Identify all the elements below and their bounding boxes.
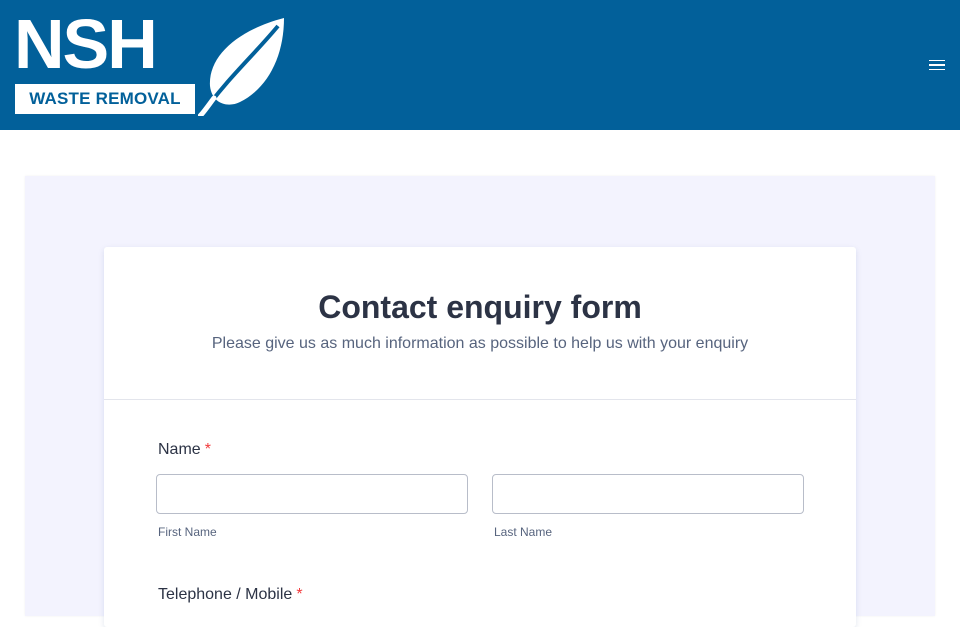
site-header: NSH WASTE REMOVAL <box>0 0 960 130</box>
last-name-sublabel: Last Name <box>494 525 553 539</box>
name-field-label: Name * <box>158 441 211 459</box>
menu-line <box>929 68 945 71</box>
first-name-input[interactable] <box>156 474 468 514</box>
logo-subtitle-bar: WASTE REMOVAL <box>15 84 195 114</box>
menu-line <box>929 59 945 62</box>
form-title: Contact enquiry form <box>318 289 642 325</box>
site-logo[interactable]: NSH WASTE REMOVAL <box>14 6 286 116</box>
required-marker: * <box>296 586 303 603</box>
telephone-field-label: Telephone / Mobile * <box>158 586 303 604</box>
logo-subtitle-text: WASTE REMOVAL <box>29 89 181 108</box>
name-label-text: Name <box>158 441 201 458</box>
form-subtitle: Please give us as much information as po… <box>211 335 749 352</box>
header-divider <box>104 399 856 400</box>
menu-line <box>929 64 945 66</box>
leaf-icon <box>198 18 284 116</box>
contact-form-card: Contact enquiry form Please give us as m… <box>104 247 856 627</box>
required-marker: * <box>204 441 211 458</box>
first-name-sublabel: First Name <box>158 525 217 539</box>
last-name-input[interactable] <box>492 474 804 514</box>
logo-brand-text: NSH <box>14 5 158 83</box>
telephone-label-text: Telephone / Mobile <box>158 586 293 603</box>
hamburger-menu-icon[interactable] <box>926 56 948 74</box>
